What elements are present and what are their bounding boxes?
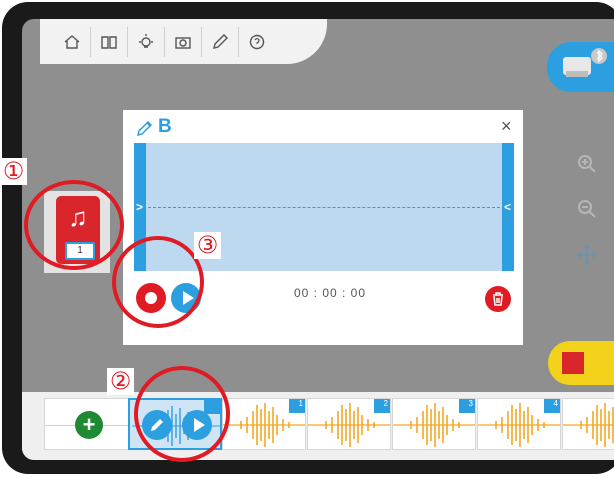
chevron-right-icon: > <box>136 200 144 214</box>
help-icon <box>249 34 265 49</box>
sound-name-label[interactable]: B <box>158 116 172 138</box>
slot-number-badge: 2 <box>374 399 390 413</box>
slot-number-badge: 3 <box>459 399 475 413</box>
annotation-label-3: ③ <box>194 232 221 259</box>
home-button[interactable] <box>54 26 91 57</box>
book-button[interactable] <box>91 26 128 57</box>
stop-button[interactable] <box>548 341 614 385</box>
sound-timeline: + 1 2 3 4 <box>22 392 614 460</box>
edit-name-pen-icon[interactable] <box>136 119 154 137</box>
hub-connection-button[interactable] <box>547 42 614 92</box>
lightbulb-icon <box>139 33 153 48</box>
sound-slot[interactable] <box>562 398 614 450</box>
pencil-icon <box>213 33 228 49</box>
home-icon <box>64 34 80 49</box>
zoom-in-icon[interactable] <box>575 152 599 176</box>
top-toolbar <box>40 19 327 64</box>
delete-button[interactable] <box>485 286 511 312</box>
sound-slot[interactable]: 1 <box>222 398 306 450</box>
camera-button[interactable] <box>165 26 202 57</box>
recording-time: 00 : 00 : 00 <box>293 286 367 300</box>
help-button[interactable] <box>239 27 275 57</box>
sound-slot[interactable]: 4 <box>477 398 561 450</box>
book-icon <box>101 35 117 49</box>
add-sound-button[interactable]: + <box>75 411 103 439</box>
hub-icon <box>563 48 607 77</box>
annotation-circle-3 <box>112 236 204 328</box>
chevron-left-icon: < <box>504 200 512 214</box>
lightbulb-button[interactable] <box>128 26 165 57</box>
move-arrows-icon[interactable] <box>575 243 599 267</box>
camera-icon <box>175 36 191 49</box>
annotation-label-2: ② <box>107 368 134 395</box>
waveform-baseline <box>148 207 500 208</box>
close-icon[interactable]: × <box>501 116 512 137</box>
add-sound-slot[interactable]: + <box>44 398 130 450</box>
annotation-circle-2 <box>134 366 230 462</box>
sound-slot[interactable]: 2 <box>307 398 391 450</box>
stop-square-icon <box>562 352 584 374</box>
sound-slot[interactable]: 3 <box>392 398 476 450</box>
trim-end-handle[interactable]: < <box>502 143 514 271</box>
pencil-button[interactable] <box>202 26 239 57</box>
trash-icon <box>493 292 503 306</box>
zoom-out-icon[interactable] <box>575 197 599 221</box>
slot-number-badge: 4 <box>544 399 560 413</box>
waveform-icon <box>563 403 614 447</box>
slot-number-badge: 1 <box>289 399 305 413</box>
annotation-circle-1 <box>24 180 124 270</box>
annotation-label-1: ① <box>0 158 27 185</box>
